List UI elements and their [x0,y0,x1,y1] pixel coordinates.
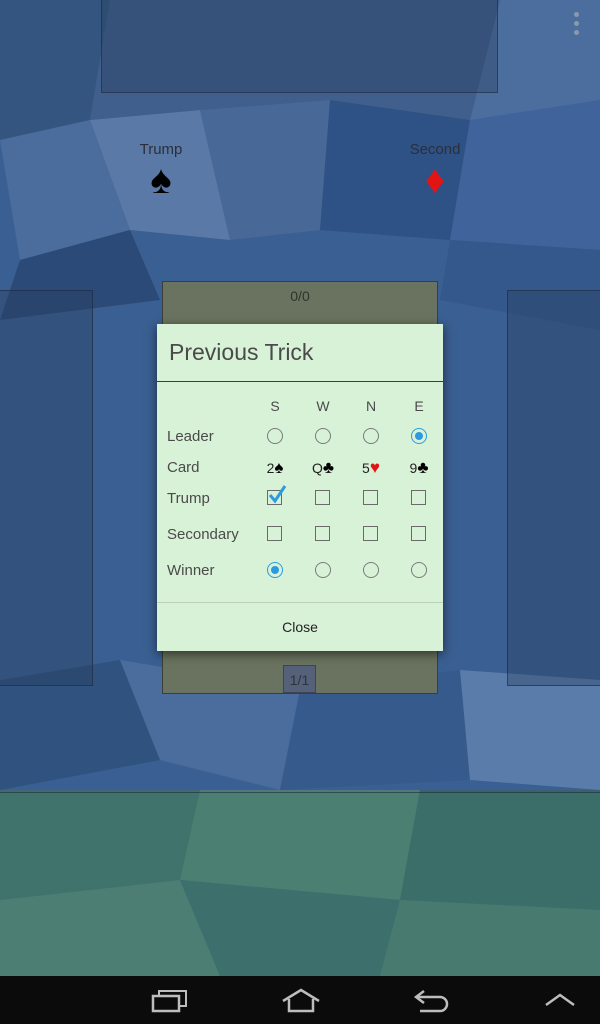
secondary-checkbox-w[interactable] [315,526,330,541]
row-label-secondary: Secondary [167,526,239,543]
east-hand-area [507,290,600,686]
card-rank: 5 [362,460,370,476]
column-header-n: N [365,398,377,414]
south-hand-area [0,792,600,976]
winner-radio-e[interactable] [411,562,427,578]
north-hand-area [101,0,498,93]
leader-radio-w[interactable] [315,428,331,444]
row-label-winner: Winner [167,562,215,579]
club-icon: ♣ [417,458,429,477]
page-indicator[interactable]: 1/1 [283,665,316,693]
navigation-bar [0,976,600,1024]
spade-icon: ♠ [274,458,284,477]
trump-checkbox-w[interactable] [315,490,330,505]
card-n: 5♥ [351,458,391,478]
close-button[interactable]: Close [157,603,443,651]
trump-checkbox-n[interactable] [363,490,378,505]
leader-radio-n[interactable] [363,428,379,444]
leader-radio-e[interactable] [411,428,427,444]
overflow-menu-icon[interactable] [570,12,582,40]
column-header-w: W [316,398,330,414]
secondary-checkbox-s[interactable] [267,526,282,541]
leader-radio-s[interactable] [267,428,283,444]
trump-checkbox-e[interactable] [411,490,426,505]
second-label: Second [409,141,461,158]
winner-radio-w[interactable] [315,562,331,578]
trick-count: 0/0 [290,288,310,304]
recent-apps-icon[interactable] [151,988,189,1014]
card-e: 9♣ [399,458,439,478]
home-icon[interactable] [280,988,322,1014]
up-chevron-icon[interactable] [543,992,577,1008]
secondary-checkbox-n[interactable] [363,526,378,541]
row-label-trump: Trump [167,490,210,507]
column-header-s: S [270,398,280,414]
row-label-card: Card [167,459,200,476]
row-label-leader: Leader [167,428,214,445]
trump-label: Trump [139,141,183,158]
west-hand-area [0,290,93,686]
heart-icon: ♥ [369,458,380,477]
winner-radio-s[interactable] [267,562,283,578]
second-suit-icon: ♦ [424,158,446,202]
club-icon: ♣ [322,458,335,477]
trump-suit-icon: ♠ [150,158,172,202]
trump-checkbox-s[interactable] [267,485,287,505]
previous-trick-dialog: Previous Trick S W N E Leader Card Trump… [157,324,443,651]
column-header-e: E [414,398,424,414]
card-w: Q♣ [303,458,343,478]
card-s: 2♠ [255,458,295,478]
secondary-checkbox-e[interactable] [411,526,426,541]
dialog-title: Previous Trick [169,339,314,365]
winner-radio-n[interactable] [363,562,379,578]
title-divider [157,381,443,382]
card-rank: Q [311,460,323,476]
back-icon[interactable] [412,988,450,1014]
